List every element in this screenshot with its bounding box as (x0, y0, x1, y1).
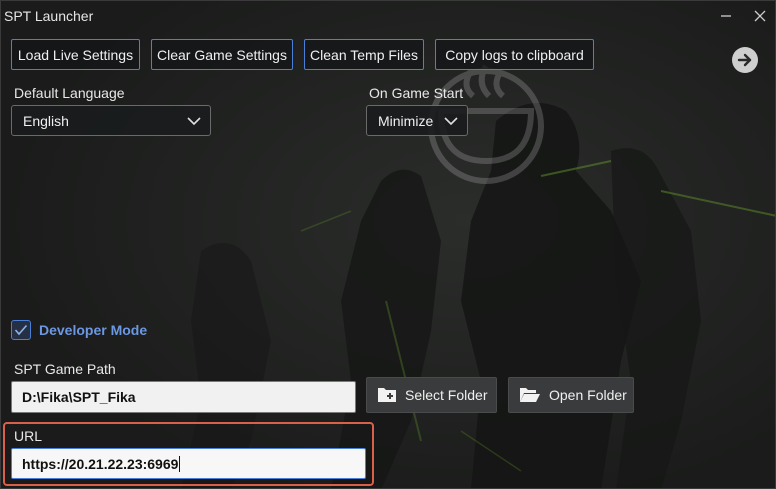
on-game-start-value: Minimize (378, 113, 434, 129)
folder-open-icon (519, 386, 541, 404)
url-value: https://20.21.22.23:6969 (22, 455, 179, 472)
open-folder-button[interactable]: Open Folder (508, 377, 634, 413)
open-folder-label: Open Folder (549, 387, 627, 403)
on-game-start-label: On Game Start (369, 85, 464, 101)
text-caret (179, 455, 181, 472)
game-path-label: SPT Game Path (14, 361, 116, 377)
chevron-down-icon (444, 117, 458, 126)
minimize-icon (721, 15, 731, 17)
developer-mode-checkbox[interactable] (11, 320, 31, 340)
developer-mode-label[interactable]: Developer Mode (39, 322, 147, 338)
copy-logs-button[interactable]: Copy logs to clipboard (435, 39, 594, 70)
folder-add-icon (377, 386, 397, 404)
default-language-select[interactable]: English (11, 105, 211, 136)
clean-temp-files-button[interactable]: Clean Temp Files (304, 39, 424, 70)
close-icon (754, 10, 766, 22)
select-folder-button[interactable]: Select Folder (366, 377, 497, 413)
background-artwork (1, 1, 775, 488)
on-game-start-select[interactable]: Minimize (366, 105, 468, 136)
default-language-value: English (23, 113, 69, 129)
url-label: URL (14, 428, 43, 444)
url-input[interactable]: https://20.21.22.23:6969 (11, 448, 366, 479)
game-path-input[interactable]: D:\Fika\SPT_Fika (11, 381, 356, 413)
launcher-window: SPT Launcher Load Live Settings Clear Ga… (0, 0, 776, 489)
default-language-label: Default Language (14, 85, 125, 101)
select-folder-label: Select Folder (405, 387, 488, 403)
clear-game-settings-button[interactable]: Clear Game Settings (151, 39, 293, 70)
title-bar: SPT Launcher (1, 1, 775, 33)
window-title: SPT Launcher (4, 8, 94, 24)
checkmark-icon (14, 324, 28, 336)
chevron-down-icon (187, 117, 201, 126)
minimize-button[interactable] (713, 5, 739, 27)
close-button[interactable] (747, 5, 773, 27)
next-page-button[interactable] (732, 47, 758, 73)
arrow-right-icon (737, 53, 752, 67)
load-live-settings-button[interactable]: Load Live Settings (11, 39, 140, 70)
